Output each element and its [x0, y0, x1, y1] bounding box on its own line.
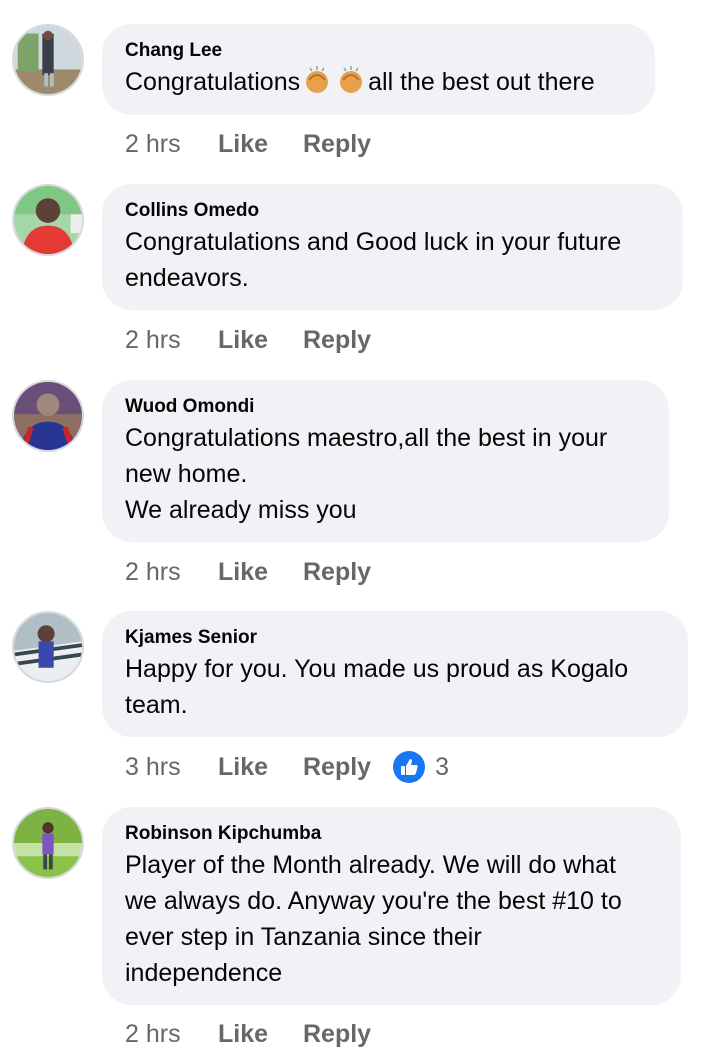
comment-actions: 2 hrs Like Reply	[125, 322, 371, 358]
comment-bubble: Chang Lee Congratulations all the best ou…	[102, 24, 655, 115]
reaction-summary[interactable]: 3	[393, 751, 449, 783]
comment-bubble: Wuod Omondi Congratulations maestro,all …	[102, 380, 669, 542]
comment-text-line: Happy for you. You made us proud as Koga…	[125, 655, 629, 683]
comment-text-line: new home.	[125, 460, 248, 488]
comment-text-line: Congratulations and Good luck in your fu…	[125, 228, 622, 256]
comment-text-start: Congratulations	[125, 68, 301, 96]
comment-timestamp[interactable]: 2 hrs	[125, 1020, 218, 1049]
avatar-photo	[14, 809, 82, 877]
comment-bubble: Robinson Kipchumba Player of the Month a…	[102, 807, 681, 1005]
avatar[interactable]	[12, 611, 84, 683]
comment-text: Happy for you. You made us proud as Koga…	[125, 651, 664, 723]
reply-button[interactable]: Reply	[303, 326, 371, 355]
comment-timestamp[interactable]: 2 hrs	[125, 558, 218, 587]
thumbs-up-icon	[393, 751, 426, 783]
comment-text: Congratulations maestro,all the best in …	[125, 420, 645, 528]
comment-text: Congratulations all the best out there	[125, 64, 631, 100]
clapping-hands-icon	[300, 64, 334, 94]
avatar-photo	[14, 382, 82, 450]
comment-text-line: Player of the Month already. We will do …	[125, 851, 616, 879]
comment-author[interactable]: Collins Omedo	[125, 198, 659, 224]
comment-timestamp[interactable]: 3 hrs	[125, 753, 218, 782]
comment-bubble: Collins Omedo Congratulations and Good l…	[102, 184, 683, 310]
reaction-count: 3	[435, 752, 449, 781]
comment-author[interactable]: Robinson Kipchumba	[125, 821, 657, 847]
comment-text-line: We already miss you	[125, 496, 357, 524]
like-button[interactable]: Like	[218, 130, 303, 159]
like-button[interactable]: Like	[218, 326, 303, 355]
avatar-photo	[14, 186, 82, 254]
comment-text-line: independence	[125, 959, 283, 987]
like-button[interactable]: Like	[218, 558, 303, 587]
reply-button[interactable]: Reply	[303, 558, 371, 587]
comment-actions: 2 hrs Like Reply	[125, 554, 371, 590]
clapping-hands-icon	[334, 64, 368, 94]
comment-timestamp[interactable]: 2 hrs	[125, 130, 218, 159]
comment-text-line: Congratulations maestro,all the best in …	[125, 424, 608, 452]
comment-text-line: team.	[125, 691, 188, 719]
comment-author[interactable]: Wuod Omondi	[125, 394, 645, 420]
comment-actions: 3 hrs Like Reply 3	[125, 749, 449, 785]
comment-actions: 2 hrs Like Reply	[125, 1016, 371, 1052]
avatar[interactable]	[12, 24, 84, 96]
avatar[interactable]	[12, 807, 84, 879]
comment-text: Congratulations and Good luck in your fu…	[125, 224, 659, 296]
like-button[interactable]: Like	[218, 1020, 303, 1049]
reply-button[interactable]: Reply	[303, 753, 371, 782]
comment-author[interactable]: Kjames Senior	[125, 625, 664, 651]
comment-author[interactable]: Chang Lee	[125, 38, 631, 64]
avatar-photo	[14, 26, 82, 94]
like-button[interactable]: Like	[218, 753, 303, 782]
reply-button[interactable]: Reply	[303, 1020, 371, 1049]
comment-text-line: endeavors.	[125, 264, 249, 292]
avatar-photo	[14, 613, 82, 681]
comment-text-line: ever step in Tanzania since their	[125, 923, 482, 951]
reply-button[interactable]: Reply	[303, 130, 371, 159]
avatar[interactable]	[12, 380, 84, 452]
comment-text-end: all the best out there	[368, 68, 595, 96]
avatar[interactable]	[12, 184, 84, 256]
comment-timestamp[interactable]: 2 hrs	[125, 326, 218, 355]
comment-text: Player of the Month already. We will do …	[125, 847, 657, 991]
comment-text-line: we always do. Anyway you're the best #10…	[125, 887, 622, 915]
comment-bubble: Kjames Senior Happy for you. You made us…	[102, 611, 688, 737]
comment-actions: 2 hrs Like Reply	[125, 126, 371, 162]
